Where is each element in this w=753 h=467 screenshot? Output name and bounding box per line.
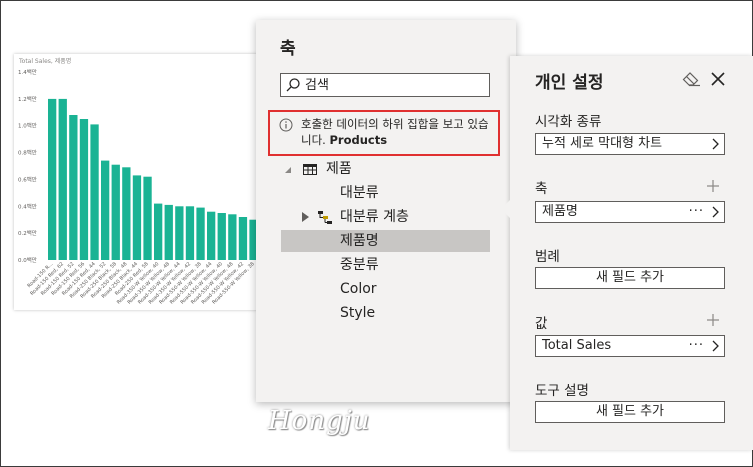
- eraser-icon[interactable]: [682, 72, 702, 88]
- bar[interactable]: [69, 115, 78, 260]
- field-label: Color: [340, 281, 377, 297]
- y-tick-label: 0.4백만: [18, 202, 37, 210]
- tree-field-category-hierarchy[interactable]: 대분류 계층: [302, 206, 492, 228]
- y-tick-label: 0.0백만: [18, 256, 37, 264]
- subset-info-message: 호출한 데이터의 하위 집합을 보고 있습니다. Products: [268, 110, 500, 156]
- viz-type-label: 시각화 종류: [535, 114, 602, 130]
- values-field-well[interactable]: Total Sales ···: [535, 335, 725, 357]
- bar[interactable]: [164, 204, 173, 260]
- tree-table-products[interactable]: 제품: [284, 158, 484, 180]
- bar[interactable]: [217, 213, 226, 260]
- more-options-icon[interactable]: ···: [689, 202, 704, 222]
- field-search-box[interactable]: [280, 73, 490, 97]
- axis-panel-title: 축: [280, 39, 296, 59]
- viz-type-select[interactable]: 누적 세로 막대형 차트: [535, 133, 725, 155]
- legend-add-field-button[interactable]: 새 필드 추가: [535, 267, 725, 289]
- tooltip-add-field-button[interactable]: 새 필드 추가: [535, 401, 725, 423]
- tree-field-product-name[interactable]: 제품명: [281, 230, 490, 252]
- personalize-pane: 개인 설정 시각화 종류 누적 세로 막대형 차트 축 제품명 ··· 범례 새…: [501, 56, 753, 450]
- y-tick-label: 1.4백만: [18, 68, 37, 76]
- axis-section-label: 축: [535, 181, 548, 197]
- values-section-label: 값: [535, 316, 548, 332]
- y-tick-label: 0.2백만: [18, 229, 37, 237]
- bar[interactable]: [175, 206, 184, 260]
- field-label: Style: [340, 305, 376, 321]
- bar[interactable]: [143, 176, 152, 260]
- add-axis-plus-icon[interactable]: [707, 180, 719, 192]
- chart-visual[interactable]: Total Sales, 제품명 0.0백만 0.2백만 0.4백만 0.6백만 0.8…: [14, 54, 264, 310]
- legend-section-label: 범례: [535, 249, 560, 265]
- watermark: Hongju: [268, 406, 371, 436]
- y-tick-label: 0.6백만: [18, 175, 37, 183]
- bar[interactable]: [207, 211, 216, 260]
- hierarchy-icon: [318, 211, 332, 224]
- chevron-right-icon: [712, 340, 719, 352]
- bar[interactable]: [101, 160, 110, 260]
- bar[interactable]: [228, 214, 237, 260]
- table-name: 제품: [326, 161, 352, 177]
- expand-triangle-icon[interactable]: [302, 212, 309, 222]
- bar[interactable]: [196, 207, 205, 260]
- axis-field-panel: 축 호출한 데이터의 하위 집합을 보고 있습니다. Products 제품: [256, 20, 516, 402]
- bar[interactable]: [79, 119, 89, 260]
- pane-pointer: [501, 200, 510, 218]
- tree-field-style[interactable]: Style: [340, 302, 490, 324]
- values-field-value: Total Sales: [542, 338, 612, 353]
- bar[interactable]: [185, 206, 195, 260]
- y-tick-label: 0.8백만: [18, 149, 37, 157]
- viz-type-value: 누적 세로 막대형 차트: [542, 136, 663, 151]
- close-icon[interactable]: [709, 70, 727, 88]
- info-icon: [279, 118, 293, 132]
- tree-field-category[interactable]: 대분류: [340, 182, 490, 204]
- info-table-name: Products: [329, 133, 388, 147]
- axis-field-value: 제품명: [542, 204, 578, 219]
- collapse-triangle-icon[interactable]: [284, 166, 292, 174]
- y-tick-label: 1.0백만: [18, 122, 37, 130]
- bar[interactable]: [154, 203, 163, 260]
- bar[interactable]: [111, 164, 120, 260]
- chevron-right-icon: [712, 138, 719, 150]
- field-label: 제품명: [340, 233, 379, 249]
- bar[interactable]: [48, 98, 57, 261]
- bar[interactable]: [238, 217, 248, 260]
- tree-field-subcategory[interactable]: 중분류: [340, 254, 490, 276]
- bar[interactable]: [132, 175, 142, 260]
- tooltip-section-label: 도구 설명: [535, 383, 589, 399]
- chevron-right-icon: [712, 206, 719, 218]
- bar-chart: 0.0백만 0.2백만 0.4백만 0.6백만 0.8백만 1.0백만 1.2백만 1.4백만…: [18, 68, 258, 306]
- tree-field-color[interactable]: Color: [340, 278, 490, 300]
- bar[interactable]: [90, 124, 99, 261]
- field-label: 대분류 계층: [340, 209, 409, 225]
- add-field-label: 새 필드 추가: [595, 404, 665, 419]
- axis-field-well[interactable]: 제품명 ···: [535, 201, 725, 223]
- field-label: 대분류: [340, 185, 379, 201]
- pane-title: 개인 설정: [535, 73, 604, 93]
- more-options-icon[interactable]: ···: [689, 336, 704, 356]
- y-tick-label: 1.2백만: [18, 95, 37, 103]
- info-text: 호출한 데이터의 하위 집합을 보고 있습니다. Products: [301, 116, 497, 148]
- table-icon: [303, 164, 317, 175]
- search-input[interactable]: [305, 76, 485, 94]
- field-label: 중분류: [340, 257, 379, 273]
- add-values-plus-icon[interactable]: [707, 314, 719, 326]
- bar[interactable]: [122, 167, 131, 260]
- add-field-label: 새 필드 추가: [595, 270, 665, 285]
- bar[interactable]: [58, 98, 67, 261]
- search-icon: [286, 78, 300, 92]
